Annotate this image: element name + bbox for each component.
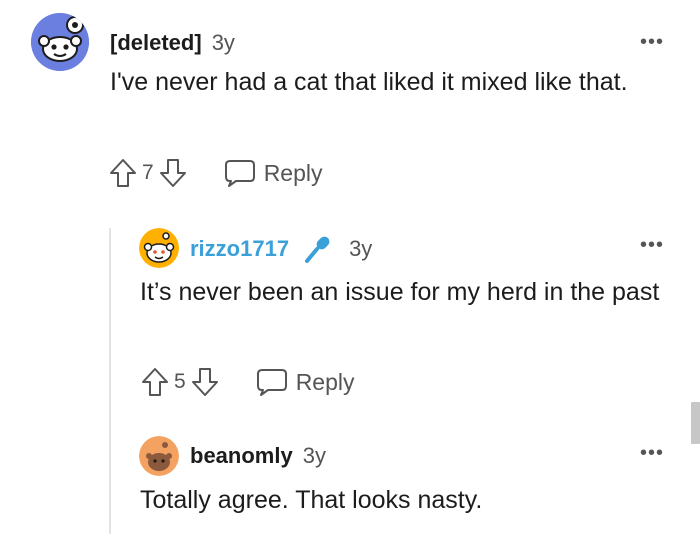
comment-body: Totally agree. That looks nasty. (140, 486, 483, 514)
comment-age: 3y (349, 236, 373, 261)
comment-meta: beanomly 3y (190, 443, 326, 469)
microphone-icon (303, 234, 333, 264)
author-name[interactable]: beanomly (190, 443, 293, 469)
downvote-icon[interactable] (158, 158, 188, 188)
snoo-avatar-icon (31, 13, 89, 71)
comment-age: 3y (211, 30, 235, 55)
reply-label: Reply (263, 159, 323, 186)
snoo-avatar-icon (139, 228, 179, 268)
more-options-button[interactable]: ••• (640, 32, 664, 52)
chat-bubble-icon (256, 369, 287, 396)
avatar-rizzo1717[interactable] (139, 228, 179, 268)
scrollbar-thumb[interactable] (691, 402, 700, 444)
comment-meta: [deleted] 3y (110, 30, 235, 56)
comment-age: 3y (302, 443, 326, 468)
comment-body: It’s never been an issue for my herd in … (140, 278, 660, 306)
avatar-deleted[interactable] (31, 13, 89, 71)
downvote-icon[interactable] (190, 367, 220, 397)
chat-bubble-icon (224, 160, 255, 187)
reply-label: Reply (295, 368, 355, 395)
more-options-button[interactable]: ••• (640, 235, 664, 255)
thread-line[interactable] (109, 228, 111, 534)
reply-button[interactable]: Reply (224, 158, 323, 188)
author-name[interactable]: rizzo1717 (190, 236, 289, 262)
upvote-icon[interactable] (140, 367, 170, 397)
comment-body: I've never had a cat that liked it mixed… (110, 68, 628, 96)
upvote-icon[interactable] (108, 158, 138, 188)
snoo-avatar-icon (139, 436, 179, 476)
reply-button[interactable]: Reply (256, 367, 355, 397)
vote-score: 5 (174, 370, 186, 393)
comment-meta: rizzo1717 3y (190, 234, 372, 264)
more-options-button[interactable]: ••• (640, 443, 664, 463)
comment-actions: 5 Reply (140, 367, 355, 397)
comment-thread: [deleted] 3y ••• I've never had a cat th… (0, 0, 700, 534)
vote-score: 7 (142, 161, 154, 184)
author-name[interactable]: [deleted] (110, 30, 202, 56)
avatar-beanomly[interactable] (139, 436, 179, 476)
comment-actions: 7 Reply (108, 158, 323, 188)
